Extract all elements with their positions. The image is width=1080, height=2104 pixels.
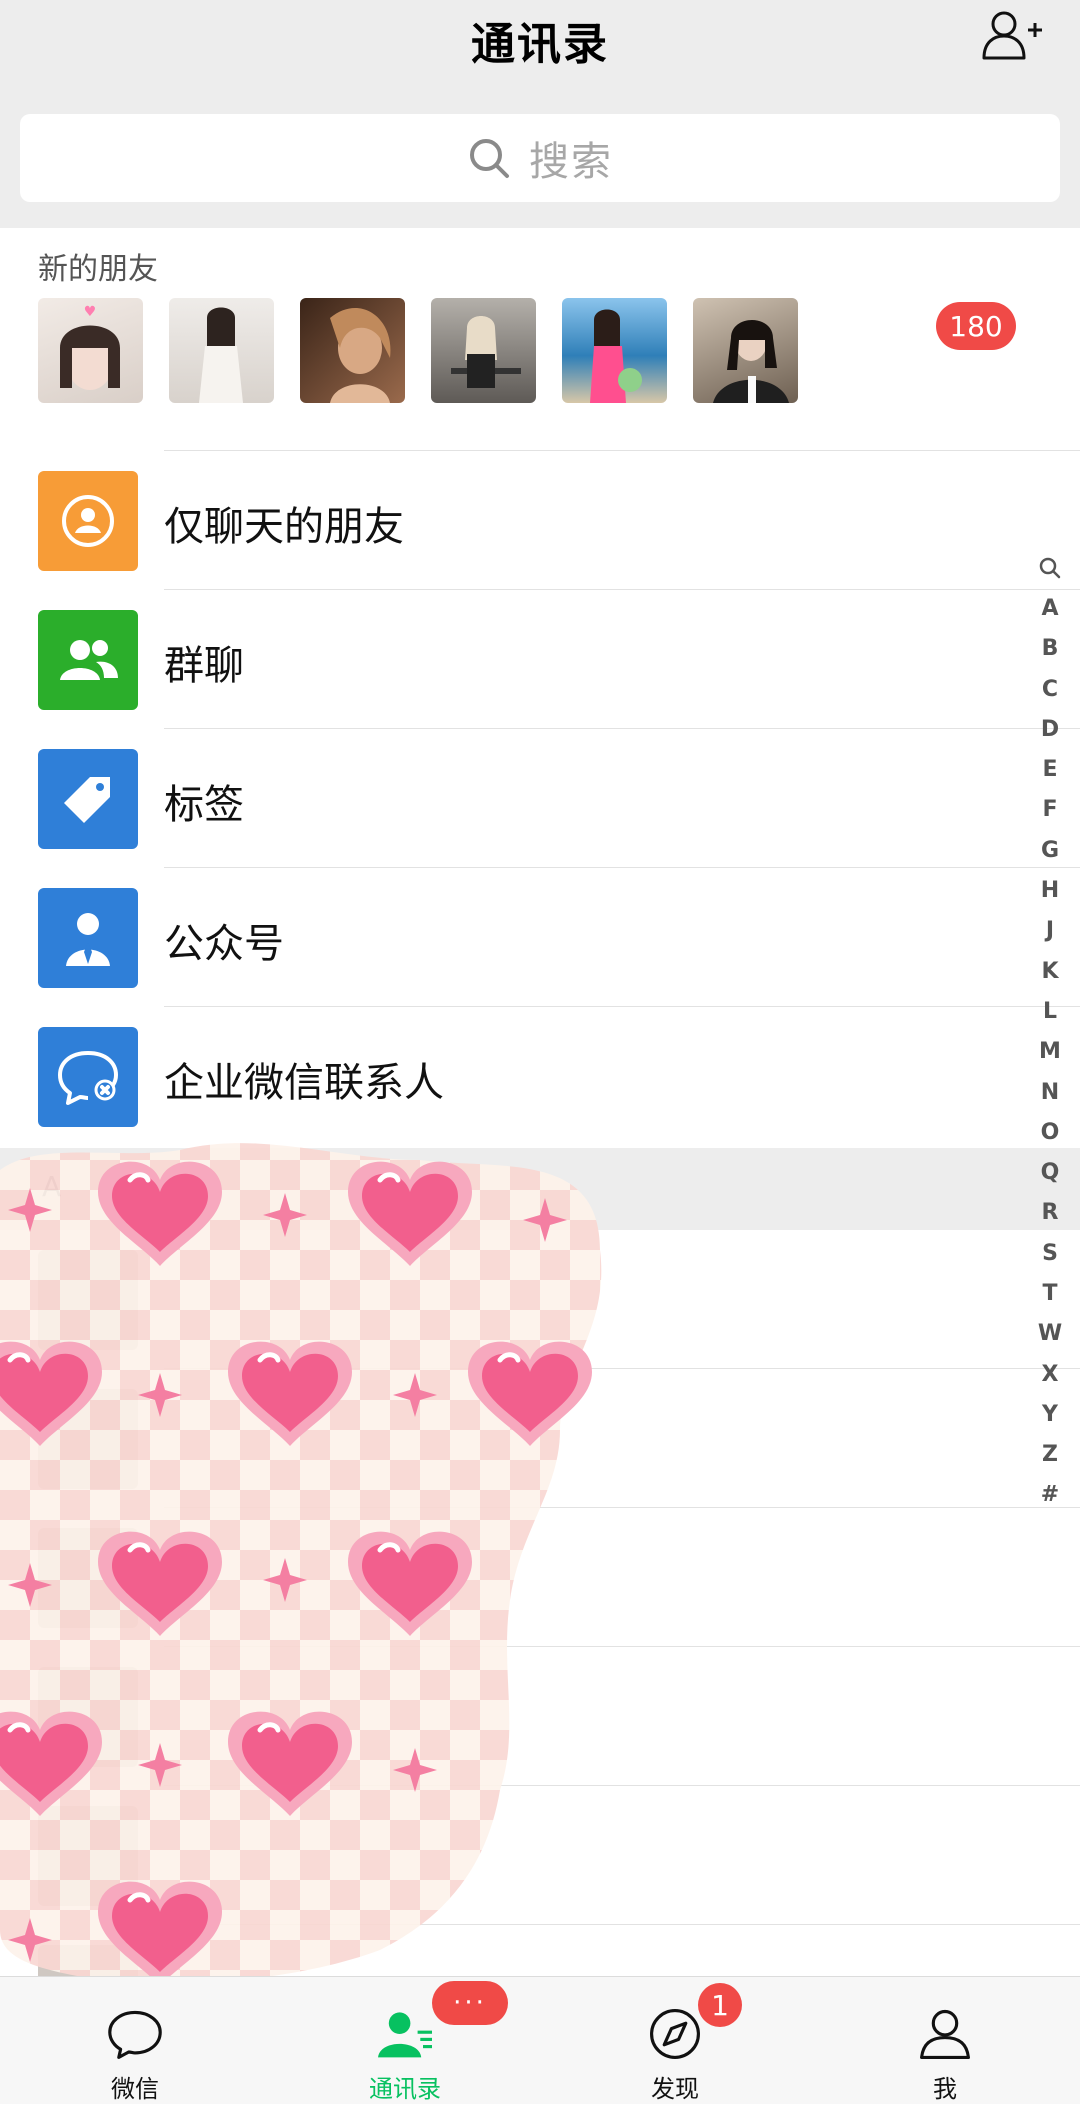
compass-icon (650, 2009, 700, 2059)
tag-icon (38, 749, 138, 849)
page-title: 通讯录 (471, 19, 609, 70)
divider (164, 728, 1080, 729)
divider (164, 867, 1080, 868)
bottom-tab-bar: 微信 通讯录 ··· 发现 1 我 (0, 1976, 1080, 2104)
menu-item-label: 仅聊天的朋友 (164, 504, 404, 550)
chat-bubble-icon (108, 2010, 162, 2059)
menu-item-label: 企业微信联系人 (164, 1060, 444, 1106)
menu-item-work-contacts[interactable]: 企业微信联系人 (0, 1006, 1080, 1145)
index-letter[interactable]: Q (1041, 1152, 1060, 1192)
heart-sticker-overlay (0, 1143, 602, 1990)
divider (164, 589, 1080, 590)
index-search-icon[interactable] (1039, 548, 1061, 588)
tab-label: 通讯录 (369, 2075, 441, 2103)
alphabet-index[interactable]: A B C D E F G H J K L M N O Q R S T W X … (1030, 548, 1070, 1515)
new-friend-avatar[interactable] (693, 298, 798, 403)
menu-item-label: 标签 (164, 782, 244, 828)
index-letter[interactable]: X (1042, 1354, 1059, 1394)
index-letter[interactable]: K (1041, 951, 1058, 991)
index-letter[interactable]: Y (1042, 1394, 1058, 1434)
new-friends-label: 新的朋友 (38, 252, 158, 287)
index-letter[interactable]: R (1042, 1193, 1059, 1233)
index-letter[interactable]: L (1043, 991, 1057, 1031)
new-friend-avatar[interactable]: ♥ (38, 298, 143, 403)
tab-label: 发现 (651, 2075, 699, 2103)
header: 通讯录 搜索 (0, 0, 1080, 228)
chat-only-friend-icon (38, 471, 138, 571)
official-account-icon (38, 888, 138, 988)
divider (164, 450, 1080, 451)
contacts-menu: 仅聊天的朋友 群聊 标签 公众号 企业微信联系人 (0, 450, 1080, 1145)
menu-item-group-chats[interactable]: 群聊 (0, 589, 1080, 728)
index-letter[interactable]: # (1041, 1475, 1059, 1515)
index-letter[interactable]: B (1042, 629, 1059, 669)
contacts-page: 通讯录 搜索 新的朋友 ♥ 180 仅聊天的朋友 群聊 标签 公众号 企业微信联… (0, 0, 1080, 2104)
contacts-icon (378, 2012, 432, 2058)
search-placeholder: 搜索 (529, 139, 613, 185)
tab-contacts[interactable]: 通讯录 ··· (270, 1977, 540, 2104)
add-user-icon (982, 11, 1042, 60)
new-friends-count-badge: 180 (936, 302, 1016, 350)
tab-label: 我 (933, 2075, 957, 2103)
person-icon (920, 2009, 970, 2059)
index-letter[interactable]: S (1042, 1233, 1058, 1273)
new-friends-section[interactable]: 新的朋友 ♥ 180 (0, 228, 1080, 450)
index-letter[interactable]: E (1042, 749, 1057, 789)
menu-item-chat-only-friends[interactable]: 仅聊天的朋友 (0, 450, 1080, 589)
menu-item-tags[interactable]: 标签 (0, 728, 1080, 867)
work-contacts-icon (38, 1027, 138, 1127)
more-badge: ··· (432, 1981, 508, 2025)
new-friend-avatar[interactable] (169, 298, 274, 403)
new-friends-avatars: ♥ (38, 298, 798, 403)
menu-item-official-accounts[interactable]: 公众号 (0, 867, 1080, 1006)
index-letter[interactable]: M (1039, 1032, 1061, 1072)
menu-item-label: 公众号 (164, 921, 284, 967)
index-letter[interactable]: N (1041, 1072, 1059, 1112)
index-letter[interactable]: C (1042, 669, 1058, 709)
svg-text:♥: ♥ (84, 304, 97, 320)
new-friend-avatar[interactable] (431, 298, 536, 403)
search-bar[interactable]: 搜索 (20, 114, 1060, 202)
index-letter[interactable]: T (1042, 1273, 1057, 1313)
tab-chats[interactable]: 微信 (0, 1977, 270, 2104)
index-letter[interactable]: W (1038, 1314, 1062, 1354)
index-letter[interactable]: H (1041, 870, 1059, 910)
index-letter[interactable]: O (1041, 1112, 1060, 1152)
divider (164, 1006, 1080, 1007)
group-chat-icon (38, 610, 138, 710)
tab-me[interactable]: 我 (810, 1977, 1080, 2104)
add-friend-button[interactable] (980, 8, 1044, 64)
index-letter[interactable]: A (1041, 588, 1058, 628)
index-letter[interactable]: F (1042, 790, 1057, 830)
menu-item-label: 群聊 (164, 643, 244, 689)
notification-badge: 1 (698, 1983, 742, 2027)
index-letter[interactable]: D (1041, 709, 1059, 749)
index-letter[interactable]: G (1041, 830, 1059, 870)
index-letter[interactable]: J (1046, 911, 1054, 951)
search-icon (470, 139, 509, 178)
new-friend-avatar[interactable] (562, 298, 667, 403)
index-letter[interactable]: Z (1042, 1435, 1058, 1475)
tab-label: 微信 (111, 2075, 159, 2103)
new-friend-avatar[interactable] (300, 298, 405, 403)
tab-discover[interactable]: 发现 1 (540, 1977, 810, 2104)
